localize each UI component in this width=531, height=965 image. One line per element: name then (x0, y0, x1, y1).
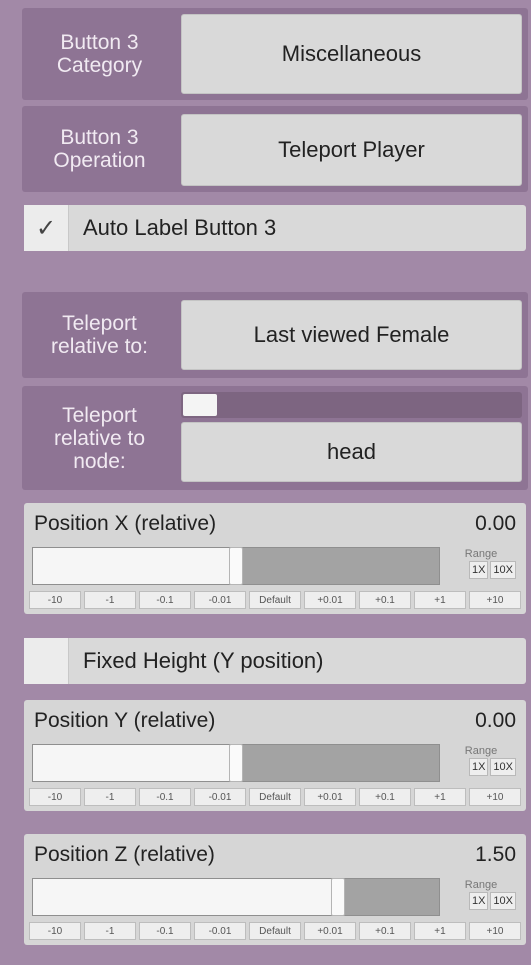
step-minus-0-01[interactable]: -0.01 (194, 922, 246, 940)
position-z-value: 1.50 (475, 843, 516, 866)
position-x-value: 0.00 (475, 512, 516, 535)
step-plus-10[interactable]: +10 (469, 591, 521, 609)
position-y-steps: -10 -1 -0.1 -0.01 Default +0.01 +0.1 +1 … (29, 788, 521, 806)
position-z-range: Range 1X 10X (446, 878, 516, 918)
range-1x-button[interactable]: 1X (468, 758, 489, 776)
position-y-knob[interactable] (229, 744, 243, 782)
step-minus-1[interactable]: -1 (84, 591, 136, 609)
teleport-node-slider-knob[interactable] (183, 394, 217, 416)
position-z-fill (33, 879, 338, 915)
step-plus-0-1[interactable]: +0.1 (359, 922, 411, 940)
position-x-range: Range 1X 10X (446, 547, 516, 587)
position-z-knob[interactable] (331, 878, 345, 916)
step-plus-1[interactable]: +1 (414, 591, 466, 609)
step-plus-0-01[interactable]: +0.01 (304, 788, 356, 806)
button3-operation-button[interactable]: Teleport Player (181, 114, 522, 186)
step-plus-0-1[interactable]: +0.1 (359, 788, 411, 806)
step-minus-10[interactable]: -10 (29, 922, 81, 940)
range-10x-button[interactable]: 10X (490, 758, 516, 776)
position-z-title: Position Z (relative) (34, 843, 215, 866)
range-1x-button[interactable]: 1X (468, 892, 489, 910)
position-y-fill (33, 745, 236, 781)
range-10x-button[interactable]: 10X (490, 561, 516, 579)
step-default[interactable]: Default (249, 788, 301, 806)
position-x-knob[interactable] (229, 547, 243, 585)
teleport-node-slider[interactable] (181, 392, 522, 418)
position-x-panel: Position X (relative) 0.00 Range 1X 10X … (24, 503, 526, 614)
range-label: Range (464, 879, 498, 891)
range-label: Range (464, 548, 498, 560)
range-1x-button[interactable]: 1X (468, 561, 489, 579)
fixed-height-toggle[interactable]: Fixed Height (Y position) (24, 638, 526, 684)
button3-category-label: Button 3 Category (56, 31, 143, 77)
step-minus-10[interactable]: -10 (29, 591, 81, 609)
step-plus-1[interactable]: +1 (414, 788, 466, 806)
step-minus-0-1[interactable]: -0.1 (139, 591, 191, 609)
position-y-track[interactable] (32, 744, 440, 782)
range-10x-button[interactable]: 10X (490, 892, 516, 910)
checkmark-icon[interactable]: ✓ (24, 205, 69, 251)
button3-operation-label: Button 3 Operation (53, 126, 146, 172)
fixed-height-text: Fixed Height (Y position) (83, 648, 324, 673)
step-minus-0-01[interactable]: -0.01 (194, 788, 246, 806)
position-y-range: Range 1X 10X (446, 744, 516, 784)
button3-category-button[interactable]: Miscellaneous (181, 14, 522, 94)
step-plus-10[interactable]: +10 (469, 788, 521, 806)
step-minus-0-01[interactable]: -0.01 (194, 591, 246, 609)
step-plus-0-01[interactable]: +0.01 (304, 922, 356, 940)
teleport-node-button[interactable]: head (181, 422, 522, 482)
teleport-node-label: Teleport relative to node: (53, 403, 146, 473)
unchecked-box-icon[interactable] (24, 638, 69, 684)
step-minus-0-1[interactable]: -0.1 (139, 788, 191, 806)
position-x-track[interactable] (32, 547, 440, 585)
step-minus-0-1[interactable]: -0.1 (139, 922, 191, 940)
teleport-relative-button[interactable]: Last viewed Female (181, 300, 522, 370)
step-minus-1[interactable]: -1 (84, 922, 136, 940)
step-plus-0-1[interactable]: +0.1 (359, 591, 411, 609)
position-z-track[interactable] (32, 878, 440, 916)
range-label: Range (464, 745, 498, 757)
step-default[interactable]: Default (249, 922, 301, 940)
auto-label-toggle[interactable]: ✓ Auto Label Button 3 (24, 205, 526, 251)
position-x-fill (33, 548, 236, 584)
position-x-steps: -10 -1 -0.1 -0.01 Default +0.01 +0.1 +1 … (29, 591, 521, 609)
position-z-steps: -10 -1 -0.1 -0.01 Default +0.01 +0.1 +1 … (29, 922, 521, 940)
step-plus-1[interactable]: +1 (414, 922, 466, 940)
position-y-title: Position Y (relative) (34, 709, 216, 732)
teleport-relative-label: Teleport relative to: (51, 312, 148, 358)
position-y-value: 0.00 (475, 709, 516, 732)
position-y-panel: Position Y (relative) 0.00 Range 1X 10X … (24, 700, 526, 811)
step-minus-10[interactable]: -10 (29, 788, 81, 806)
step-minus-1[interactable]: -1 (84, 788, 136, 806)
step-plus-10[interactable]: +10 (469, 922, 521, 940)
auto-label-text: Auto Label Button 3 (83, 215, 277, 240)
step-default[interactable]: Default (249, 591, 301, 609)
step-plus-0-01[interactable]: +0.01 (304, 591, 356, 609)
position-x-title: Position X (relative) (34, 512, 217, 535)
position-z-panel: Position Z (relative) 1.50 Range 1X 10X … (24, 834, 526, 945)
